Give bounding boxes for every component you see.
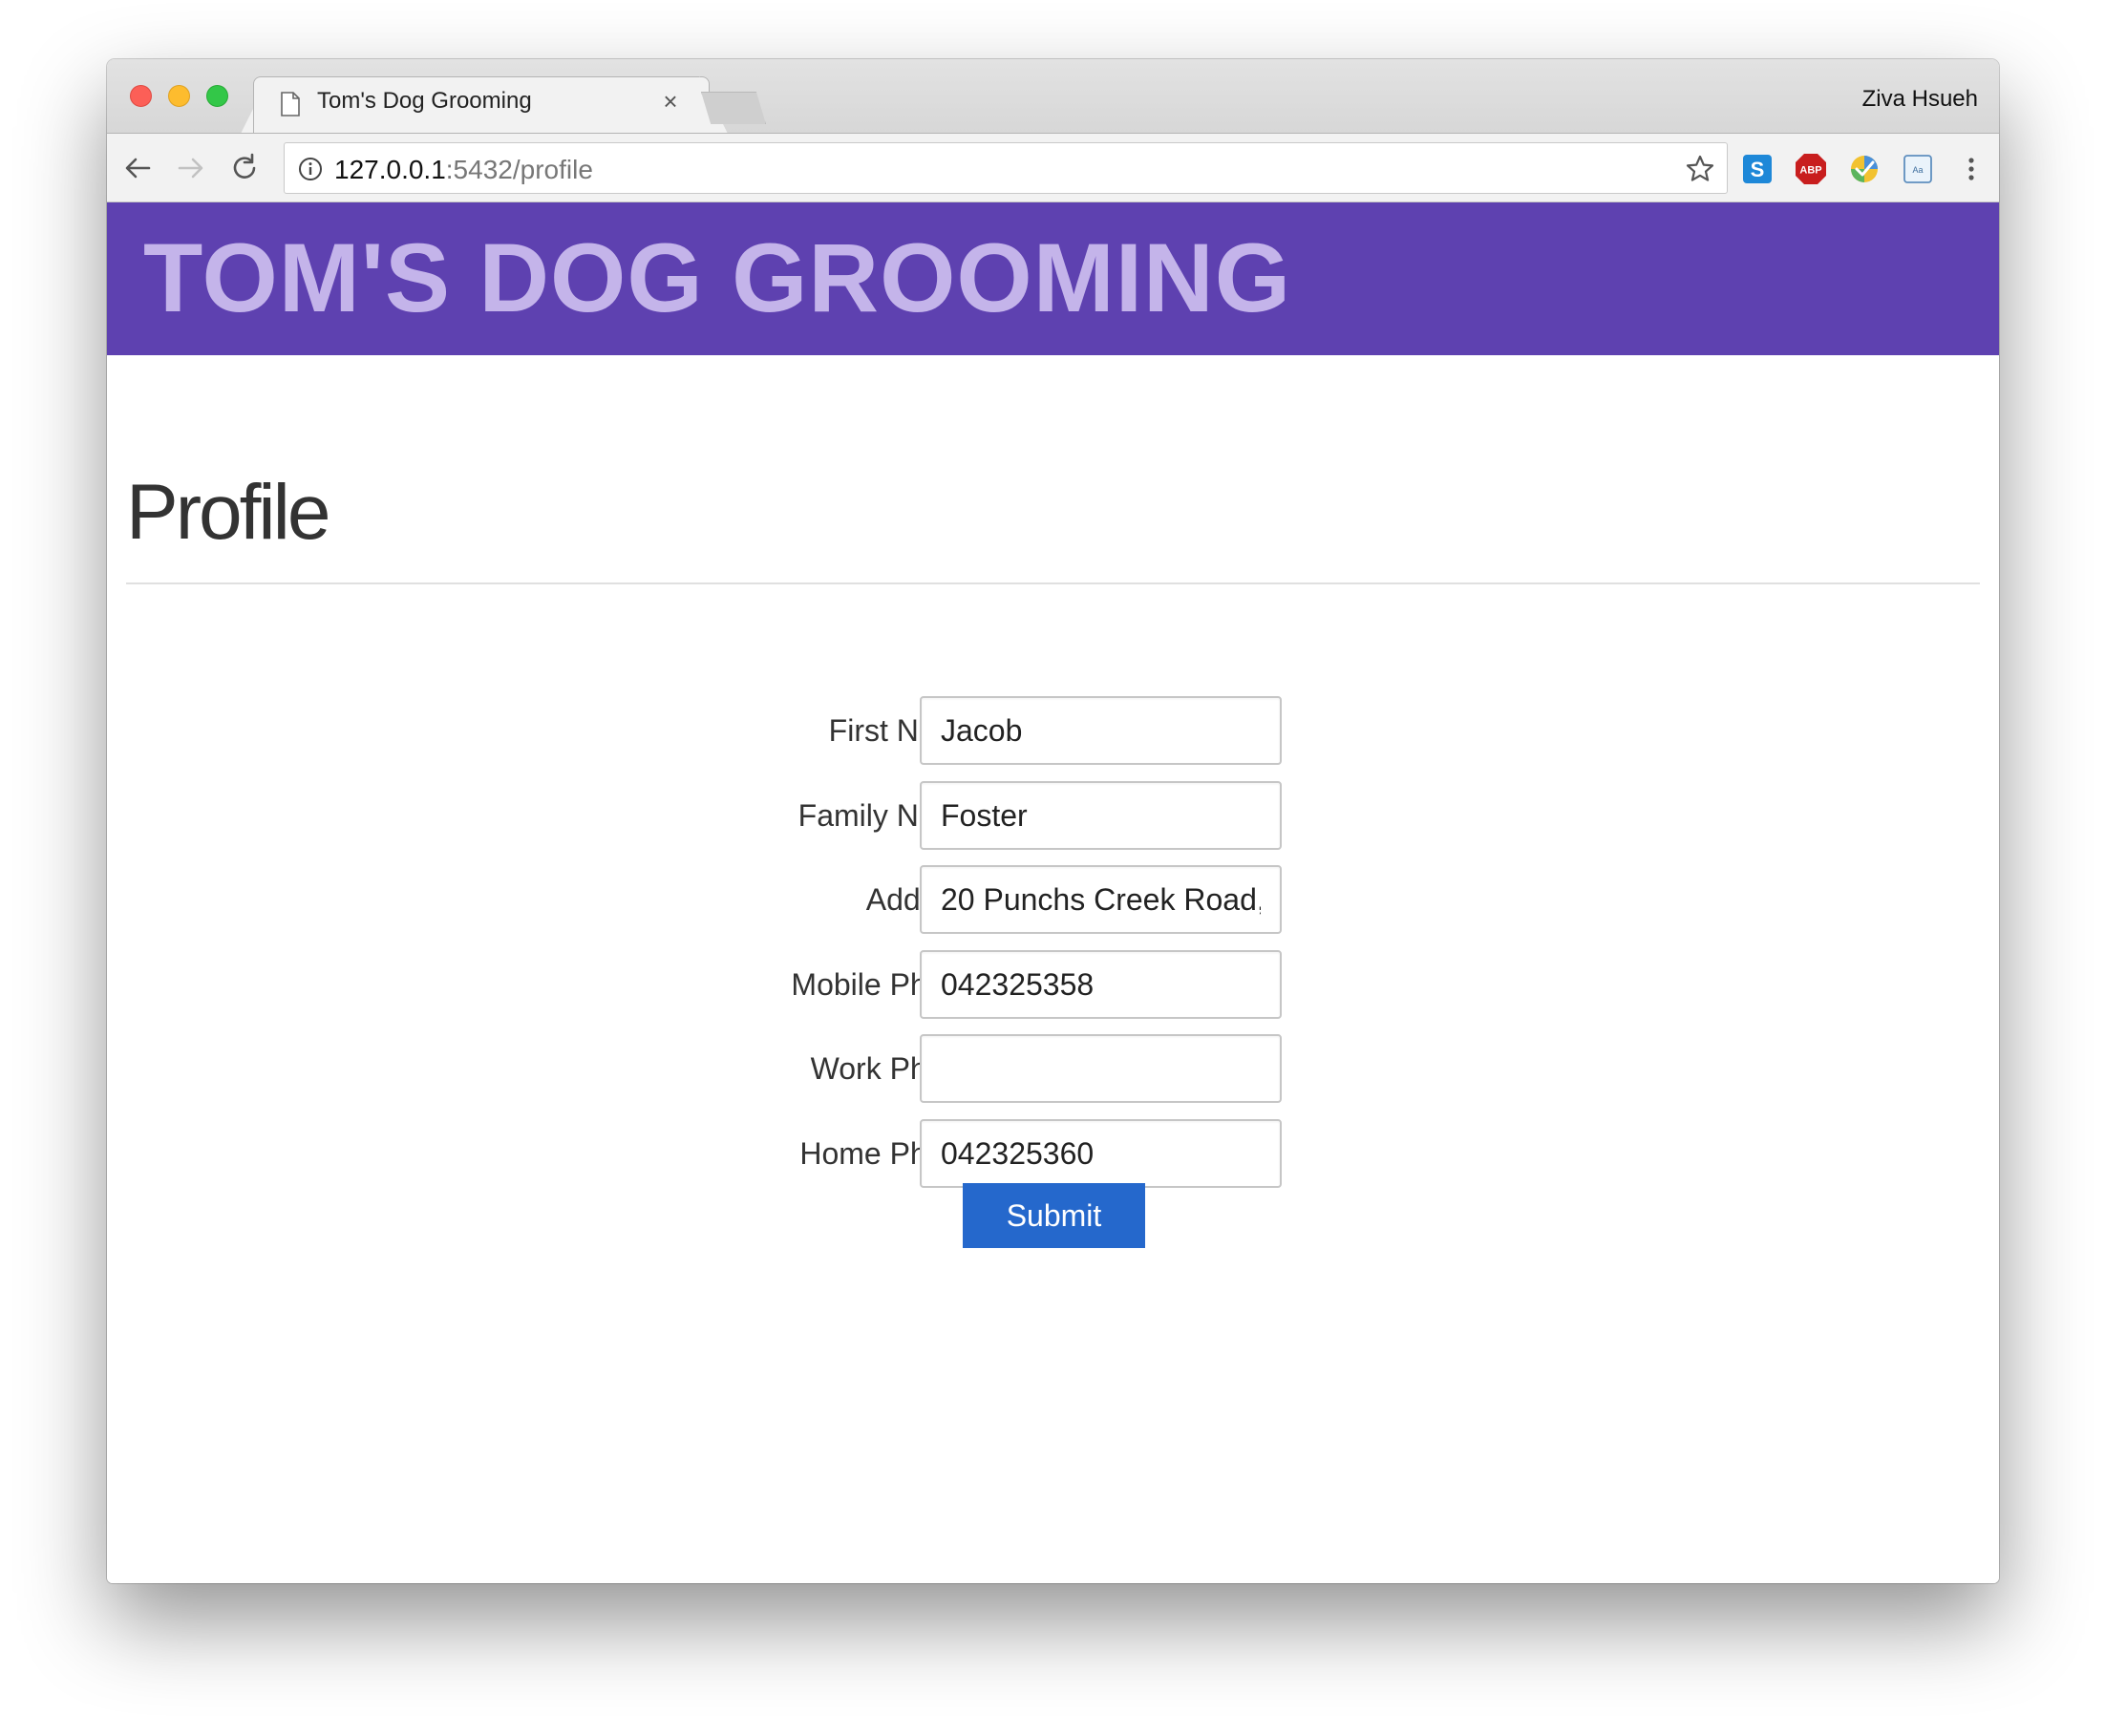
- adblock-plus-icon[interactable]: ABP: [1795, 153, 1827, 185]
- skype-icon[interactable]: S: [1741, 153, 1774, 185]
- tab-title: Tom's Dog Grooming: [317, 88, 532, 114]
- home-phone-input[interactable]: [920, 1119, 1282, 1188]
- web-page: TOM'S DOG GROOMING Profile First Name: F…: [107, 202, 1999, 1583]
- submit-button[interactable]: Submit: [963, 1183, 1145, 1248]
- tab-close-icon[interactable]: ×: [657, 88, 684, 115]
- form-row-work-phone: Work Phone:: [107, 1034, 1999, 1103]
- address-input[interactable]: [920, 865, 1282, 934]
- url-host: 127.0.0.1: [334, 155, 446, 184]
- new-tab-button[interactable]: [701, 92, 766, 124]
- work-phone-input[interactable]: [920, 1034, 1282, 1103]
- browser-profile-name[interactable]: Ziva Hsueh: [1862, 86, 1978, 113]
- form-row-family-name: Family Name:: [107, 781, 1999, 850]
- form-row-first-name: First Name:: [107, 696, 1999, 765]
- site-title[interactable]: TOM'S DOG GROOMING: [143, 229, 1291, 327]
- minimize-window-button[interactable]: [168, 85, 190, 107]
- url-path: :5432/profile: [445, 155, 593, 184]
- back-arrow-icon[interactable]: [120, 151, 155, 185]
- close-window-button[interactable]: [130, 85, 152, 107]
- page-title: Profile: [126, 469, 330, 556]
- tab-strip: Tom's Dog Grooming × Ziva Hsueh: [107, 59, 1999, 134]
- svg-text:ABP: ABP: [1799, 165, 1821, 177]
- info-icon[interactable]: [298, 157, 323, 181]
- form-row-mobile-phone: Mobile Phone:: [107, 950, 1999, 1019]
- menu-dots-icon[interactable]: [1955, 153, 1988, 185]
- heading-divider: [126, 582, 1980, 584]
- browser-toolbar: 127.0.0.1:5432/profile S ABP Aa: [107, 133, 1999, 202]
- url-text: 127.0.0.1:5432/profile: [334, 155, 593, 185]
- site-header: TOM'S DOG GROOMING: [107, 202, 1999, 355]
- reload-icon[interactable]: [227, 151, 262, 185]
- form-row-address: Address:: [107, 865, 1999, 934]
- forward-arrow-icon[interactable]: [174, 151, 208, 185]
- browser-window: Tom's Dog Grooming × Ziva Hsueh 127.0.0.…: [107, 59, 1999, 1583]
- first-name-input[interactable]: [920, 696, 1282, 765]
- bookmark-star-icon[interactable]: [1685, 154, 1715, 184]
- chrome-extension-icon[interactable]: [1848, 153, 1881, 185]
- address-bar[interactable]: 127.0.0.1:5432/profile: [284, 142, 1728, 194]
- mobile-phone-input[interactable]: [920, 950, 1282, 1019]
- zoom-window-button[interactable]: [206, 85, 228, 107]
- svg-text:S: S: [1751, 158, 1765, 181]
- svg-text:Aa: Aa: [1912, 165, 1923, 175]
- page-icon: [281, 92, 300, 116]
- form-row-home-phone: Home Phone:: [107, 1119, 1999, 1188]
- dictionary-icon[interactable]: Aa: [1902, 153, 1934, 185]
- family-name-input[interactable]: [920, 781, 1282, 850]
